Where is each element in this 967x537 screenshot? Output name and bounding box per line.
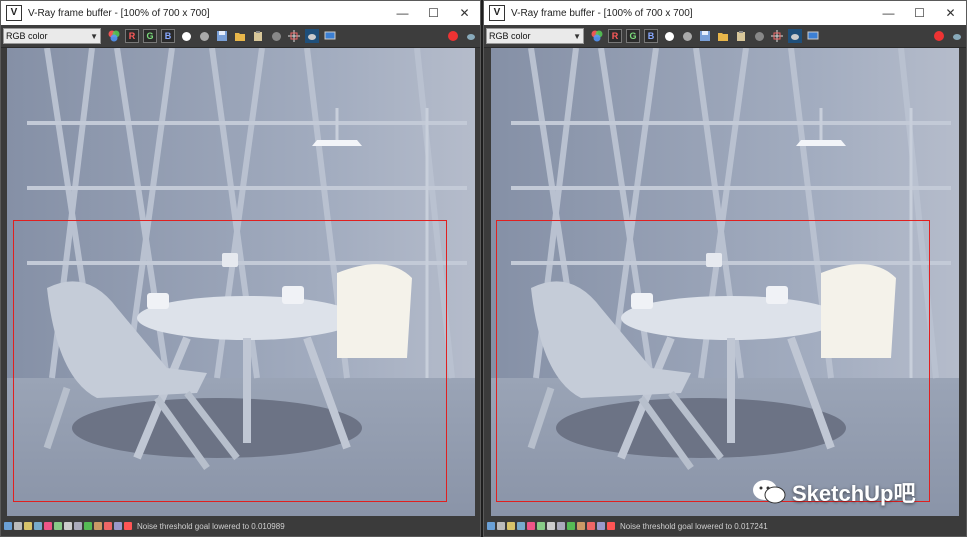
clipboard-icon[interactable] [734, 29, 748, 43]
settings-icon[interactable] [74, 522, 82, 530]
maximize-button[interactable]: ☐ [418, 1, 449, 25]
teapot-render-icon[interactable] [305, 29, 319, 43]
blue-channel-button[interactable]: B [644, 29, 658, 43]
filter-icon[interactable] [597, 522, 605, 530]
ocio-icon[interactable] [94, 522, 102, 530]
render-viewport[interactable] [7, 48, 475, 516]
histogram-icon[interactable] [517, 522, 525, 530]
render-viewport[interactable] [491, 48, 959, 516]
save-icon[interactable] [215, 29, 229, 43]
display-icon[interactable] [323, 29, 337, 43]
curve-icon[interactable] [54, 522, 62, 530]
title-bar[interactable]: V V-Ray frame buffer - [100% of 700 x 70… [484, 1, 966, 25]
save-icon[interactable] [698, 29, 712, 43]
layers-icon[interactable] [14, 522, 22, 530]
stop-icon[interactable] [446, 29, 460, 43]
status-bar: Noise threshold goal lowered to 0.017241 [484, 516, 966, 536]
minimize-button[interactable]: — [387, 1, 418, 25]
curve-icon[interactable] [537, 522, 545, 530]
close-button[interactable]: ✕ [935, 1, 966, 25]
watermark: SketchUp吧 [752, 476, 915, 508]
open-folder-icon[interactable] [716, 29, 730, 43]
status-bar: Noise threshold goal lowered to 0.010989 [1, 516, 480, 536]
teapot-render-icon[interactable] [950, 29, 964, 43]
exposure-icon[interactable] [64, 522, 72, 530]
maximize-button[interactable]: ☐ [904, 1, 935, 25]
grey-dot-icon[interactable] [197, 29, 211, 43]
sphere-icon[interactable] [752, 29, 766, 43]
channel-select[interactable]: RGB color ▼ [486, 28, 584, 44]
wechat-icon [752, 478, 786, 506]
green-channel-button[interactable]: G [626, 29, 640, 43]
filter-icon[interactable] [114, 522, 122, 530]
vfb-window-left: V V-Ray frame buffer - [100% of 700 x 70… [0, 0, 481, 537]
settings-icon[interactable] [557, 522, 565, 530]
minimize-button[interactable]: — [873, 1, 904, 25]
exposure-icon[interactable] [547, 522, 555, 530]
color-wheel-icon[interactable] [107, 29, 121, 43]
clipboard-icon[interactable] [251, 29, 265, 43]
color-correct-icon[interactable] [527, 522, 535, 530]
vfb-toolbar: RGB color ▼ R G B [1, 25, 480, 48]
hsl-icon[interactable] [104, 522, 112, 530]
history-icon[interactable] [487, 522, 495, 530]
green-channel-button[interactable]: G [143, 29, 157, 43]
open-folder-icon[interactable] [233, 29, 247, 43]
white-dot-icon[interactable] [662, 29, 676, 43]
sphere-icon[interactable] [269, 29, 283, 43]
rendered-image [491, 48, 959, 516]
grey-dot-icon[interactable] [680, 29, 694, 43]
red-channel-button[interactable]: R [608, 29, 622, 43]
display-icon[interactable] [806, 29, 820, 43]
chevron-down-icon: ▼ [90, 31, 98, 41]
color-correct-icon[interactable] [44, 522, 52, 530]
lut-icon[interactable] [567, 522, 575, 530]
vfb-window-right: V V-Ray frame buffer - [100% of 700 x 70… [483, 0, 967, 537]
teapot-render-icon[interactable] [464, 29, 478, 43]
history-icon[interactable] [4, 522, 12, 530]
histogram-icon[interactable] [34, 522, 42, 530]
color-wheel-icon[interactable] [590, 29, 604, 43]
lut-icon[interactable] [84, 522, 92, 530]
rendered-image [7, 48, 475, 516]
vray-logo-icon: V [489, 5, 505, 21]
layers-icon[interactable] [497, 522, 505, 530]
lens-icon[interactable] [24, 522, 32, 530]
vfb-toolbar: RGB color ▼ R G B [484, 25, 966, 48]
white-dot-icon[interactable] [179, 29, 193, 43]
channel-select[interactable]: RGB color ▼ [3, 28, 101, 44]
status-message: Noise threshold goal lowered to 0.017241 [620, 521, 768, 531]
stop-icon[interactable] [932, 29, 946, 43]
region-render-icon[interactable] [287, 29, 301, 43]
region-render-icon[interactable] [770, 29, 784, 43]
red-channel-button[interactable]: R [125, 29, 139, 43]
ocio-icon[interactable] [577, 522, 585, 530]
compare-icon[interactable] [124, 522, 132, 530]
status-message: Noise threshold goal lowered to 0.010989 [137, 521, 285, 531]
blue-channel-button[interactable]: B [161, 29, 175, 43]
hsl-icon[interactable] [587, 522, 595, 530]
close-button[interactable]: ✕ [449, 1, 480, 25]
vray-logo-icon: V [6, 5, 22, 21]
window-title: V-Ray frame buffer - [100% of 700 x 700] [511, 7, 693, 19]
title-bar[interactable]: V V-Ray frame buffer - [100% of 700 x 70… [1, 1, 480, 25]
compare-icon[interactable] [607, 522, 615, 530]
teapot-render-icon[interactable] [788, 29, 802, 43]
lens-icon[interactable] [507, 522, 515, 530]
chevron-down-icon: ▼ [573, 31, 581, 41]
window-title: V-Ray frame buffer - [100% of 700 x 700] [28, 7, 210, 19]
watermark-text: SketchUp吧 [792, 481, 916, 506]
